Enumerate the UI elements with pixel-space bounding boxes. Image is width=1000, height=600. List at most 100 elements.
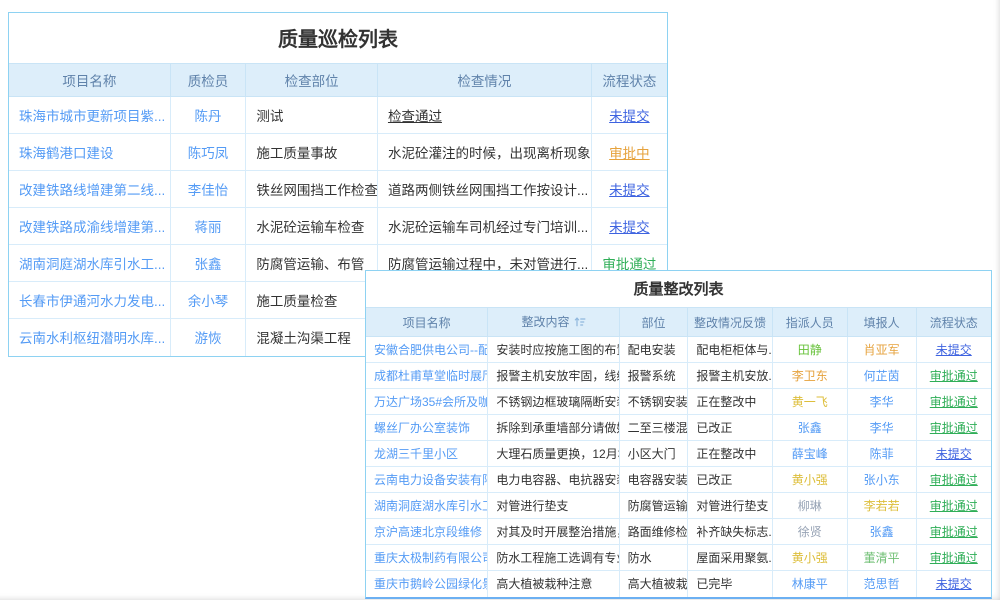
status-badge[interactable]: 未提交 — [916, 571, 991, 597]
rectify-feedback-cell: 对管进行垫支 — [688, 493, 772, 519]
table-row: 龙湖三千里小区 大理石质量更换，12月31日之... 小区大门 正在整改中 薛宝… — [366, 441, 991, 467]
inspector-name-link[interactable]: 李佳怡 — [170, 171, 246, 208]
table-row: 螺丝厂办公室装饰 拆除到承重墙部分请做好加固... 二至三楼混... 已改正 张… — [366, 415, 991, 441]
assignee-name-link[interactable]: 张鑫 — [772, 415, 847, 441]
rectification-table: 项目名称 整改内容 部位 整改情况反馈 指派人员 填报人 流程状态 安徽合肥供电… — [366, 307, 991, 597]
status-badge[interactable]: 审批通过 — [916, 363, 991, 389]
table-row: 安徽合肥供电公司--配电设备... 安装时应按施工图的布置，将... 配电安装 … — [366, 337, 991, 363]
project-name-link[interactable]: 重庆太极制药有限公司亳州中... — [366, 545, 488, 571]
inspection-part-cell: 混凝土沟渠工程 — [246, 319, 378, 356]
rectify-part-cell: 电容器安装... — [619, 467, 688, 493]
reporter-name-link[interactable]: 张鑫 — [847, 519, 916, 545]
inspector-name-link[interactable]: 游恢 — [170, 319, 246, 356]
assignee-name-link[interactable]: 黄小强 — [772, 467, 847, 493]
inspector-name-link[interactable]: 陈丹 — [170, 97, 246, 134]
rectify-feedback-cell: 配电柜柜体与... — [688, 337, 772, 363]
assignee-name-link[interactable]: 田静 — [772, 337, 847, 363]
rectify-content-cell: 对管进行垫支 — [488, 493, 619, 519]
rectify-feedback-cell: 报警主机安放... — [688, 363, 772, 389]
status-badge[interactable]: 未提交 — [591, 97, 667, 134]
col-header-reporter: 填报人 — [847, 308, 916, 337]
rectify-content-cell: 报警主机安放牢固，线缆连接... — [488, 363, 619, 389]
inspection-part-cell: 测试 — [246, 97, 378, 134]
project-name-link[interactable]: 珠海鹤港口建设 — [9, 134, 170, 171]
reporter-name-link[interactable]: 董清平 — [847, 545, 916, 571]
project-name-link[interactable]: 湖南洞庭湖水库引水工程施工标 — [366, 493, 488, 519]
rectify-part-cell: 防腐管运输... — [619, 493, 688, 519]
project-name-link[interactable]: 万达广场35#会所及咖啡厅空... — [366, 389, 488, 415]
status-badge[interactable]: 审批通过 — [916, 389, 991, 415]
col-header-content[interactable]: 整改内容 — [488, 308, 619, 337]
inspector-name-link[interactable]: 蒋丽 — [170, 208, 246, 245]
rectify-content-cell: 不锈钢边框玻璃隔断安装不牢... — [488, 389, 619, 415]
reporter-name-link[interactable]: 何芷茵 — [847, 363, 916, 389]
col-header-project: 项目名称 — [366, 308, 488, 337]
assignee-name-link[interactable]: 李卫东 — [772, 363, 847, 389]
page: { "status_colors": { "未提交": "#3e63e0", "… — [0, 0, 1000, 600]
project-name-link[interactable]: 长春市伊通河水力发电... — [9, 282, 170, 319]
reporter-name-link[interactable]: 张小东 — [847, 467, 916, 493]
status-badge[interactable]: 未提交 — [916, 337, 991, 363]
inspection-part-cell: 施工质量检查 — [246, 282, 378, 319]
reporter-name-link[interactable]: 陈菲 — [847, 441, 916, 467]
inspector-name-link[interactable]: 陈巧凤 — [170, 134, 246, 171]
project-name-link[interactable]: 成都杜甫草堂临时展厅独立展... — [366, 363, 488, 389]
project-name-link[interactable]: 螺丝厂办公室装饰 — [366, 415, 488, 441]
rectify-content-cell: 对其及时开展整治措施，桥头... — [488, 519, 619, 545]
inspection-part-cell: 铁丝网围挡工作检查 — [246, 171, 378, 208]
project-name-link[interactable]: 云南电力设备安装有限公司20... — [366, 467, 488, 493]
table-row: 云南电力设备安装有限公司20... 电力电容器、电抗器安装方案... 电容器安装… — [366, 467, 991, 493]
status-badge[interactable]: 审批通过 — [916, 493, 991, 519]
col-header-inspector: 质检员 — [170, 64, 246, 97]
table-row: 改建铁路线增建第二线... 李佳怡 铁丝网围挡工作检查 道路两侧铁丝网围挡工作按… — [9, 171, 667, 208]
project-name-link[interactable]: 龙湖三千里小区 — [366, 441, 488, 467]
inspection-part-cell: 防腐管运输、布管 — [246, 245, 378, 282]
status-badge[interactable]: 审批中 — [591, 134, 667, 171]
reporter-name-link[interactable]: 李华 — [847, 389, 916, 415]
sort-ascending-icon[interactable] — [574, 316, 586, 331]
rectify-feedback-cell: 屋面采用聚氨... — [688, 545, 772, 571]
col-header-feedback: 整改情况反馈 — [688, 308, 772, 337]
assignee-name-link[interactable]: 薛宝峰 — [772, 441, 847, 467]
inspector-name-link[interactable]: 余小琴 — [170, 282, 246, 319]
project-name-link[interactable]: 重庆市鹅岭公园绿化景观提升... — [366, 571, 488, 597]
assignee-name-link[interactable]: 黄一飞 — [772, 389, 847, 415]
status-badge[interactable]: 审批通过 — [916, 519, 991, 545]
status-badge[interactable]: 未提交 — [591, 171, 667, 208]
reporter-name-link[interactable]: 李若若 — [847, 493, 916, 519]
rectify-feedback-cell: 正在整改中 — [688, 389, 772, 415]
assignee-name-link[interactable]: 黄小强 — [772, 545, 847, 571]
rectify-content-cell: 高大植被栽种注意 — [488, 571, 619, 597]
status-badge[interactable]: 审批通过 — [916, 467, 991, 493]
table-row: 湖南洞庭湖水库引水工程施工标 对管进行垫支 防腐管运输... 对管进行垫支 柳琳… — [366, 493, 991, 519]
status-badge[interactable]: 未提交 — [591, 208, 667, 245]
rectify-part-cell: 防水 — [619, 545, 688, 571]
inspection-header-row: 项目名称 质检员 检查部位 检查情况 流程状态 — [9, 64, 667, 97]
table-row: 成都杜甫草堂临时展厅独立展... 报警主机安放牢固，线缆连接... 报警系统 报… — [366, 363, 991, 389]
col-header-assignee: 指派人员 — [772, 308, 847, 337]
project-name-link[interactable]: 珠海市城市更新项目紫... — [9, 97, 170, 134]
reporter-name-link[interactable]: 李华 — [847, 415, 916, 441]
inspection-situation-cell: 检查通过 — [377, 97, 591, 134]
assignee-name-link[interactable]: 林康平 — [772, 571, 847, 597]
inspection-list-title: 质量巡检列表 — [9, 13, 667, 63]
project-name-link[interactable]: 京沪高速北京段维修 — [366, 519, 488, 545]
project-name-link[interactable]: 云南水利枢纽潜明水库... — [9, 319, 170, 356]
assignee-name-link[interactable]: 柳琳 — [772, 493, 847, 519]
reporter-name-link[interactable]: 肖亚军 — [847, 337, 916, 363]
table-row: 改建铁路成渝线增建第... 蒋丽 水泥砼运输车检查 水泥砼运输车司机经过专门培训… — [9, 208, 667, 245]
table-row: 重庆太极制药有限公司亳州中... 防水工程施工选调有专业资质... 防水 屋面采… — [366, 545, 991, 571]
project-name-link[interactable]: 改建铁路成渝线增建第... — [9, 208, 170, 245]
inspector-name-link[interactable]: 张鑫 — [170, 245, 246, 282]
reporter-name-link[interactable]: 范思哲 — [847, 571, 916, 597]
rectify-part-cell: 配电安装 — [619, 337, 688, 363]
project-name-link[interactable]: 湖南洞庭湖水库引水工... — [9, 245, 170, 282]
status-badge[interactable]: 审批通过 — [916, 545, 991, 571]
project-name-link[interactable]: 安徽合肥供电公司--配电设备... — [366, 337, 488, 363]
status-badge[interactable]: 审批通过 — [916, 415, 991, 441]
rectify-part-cell: 路面维修检... — [619, 519, 688, 545]
assignee-name-link[interactable]: 徐贤 — [772, 519, 847, 545]
project-name-link[interactable]: 改建铁路线增建第二线... — [9, 171, 170, 208]
col-header-part: 部位 — [619, 308, 688, 337]
status-badge[interactable]: 未提交 — [916, 441, 991, 467]
